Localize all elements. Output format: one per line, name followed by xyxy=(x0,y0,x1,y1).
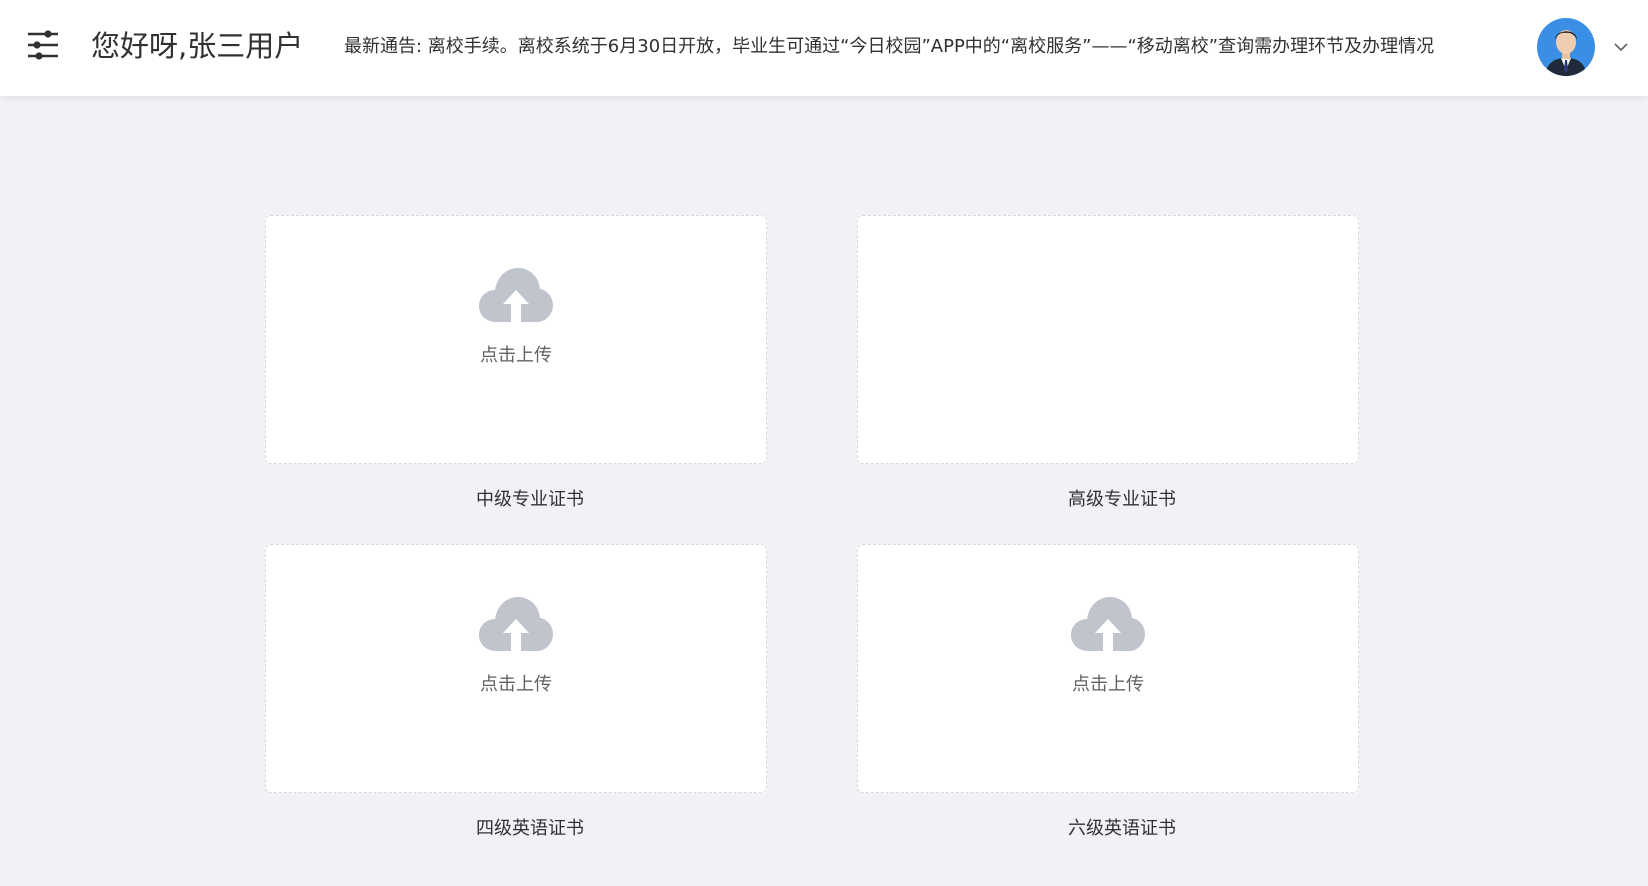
cloud-upload-icon xyxy=(479,597,553,651)
upload-area[interactable]: 点击上传 xyxy=(265,215,767,464)
upload-label: 点击上传 xyxy=(480,345,552,366)
certificate-card-cet4: 点击上传 四级英语证书 xyxy=(265,544,767,839)
upload-area[interactable]: 点击上传 xyxy=(265,544,767,793)
cloud-upload-icon xyxy=(479,268,553,322)
upload-label: 点击上传 xyxy=(480,674,552,695)
certificate-card-intermediate: 点击上传 中级专业证书 xyxy=(265,215,767,510)
certificate-title: 高级专业证书 xyxy=(1068,489,1176,510)
upload-area[interactable] xyxy=(857,215,1359,464)
chevron-down-icon[interactable] xyxy=(1612,38,1630,56)
sliders-menu-icon[interactable] xyxy=(26,28,60,62)
cloud-upload-icon xyxy=(1071,597,1145,651)
notice-marquee: 最新通告: 离校手续。离校系统于6月30日开放，毕业生可通过“今日校园”APP中… xyxy=(344,36,1435,57)
certificate-title: 六级英语证书 xyxy=(1068,818,1176,839)
certificate-card-cet6: 点击上传 六级英语证书 xyxy=(857,544,1359,839)
upload-area[interactable]: 点击上传 xyxy=(857,544,1359,793)
certificate-title: 中级专业证书 xyxy=(476,489,584,510)
user-greeting: 您好呀,张三用户 xyxy=(91,29,304,63)
certificate-title: 四级英语证书 xyxy=(476,818,584,839)
upload-label: 点击上传 xyxy=(1072,674,1144,695)
certificate-card-advanced: 高级专业证书 xyxy=(857,215,1359,510)
user-avatar[interactable] xyxy=(1537,18,1595,76)
top-header: 您好呀,张三用户 最新通告: 离校手续。离校系统于6月30日开放，毕业生可通过“… xyxy=(0,0,1648,96)
